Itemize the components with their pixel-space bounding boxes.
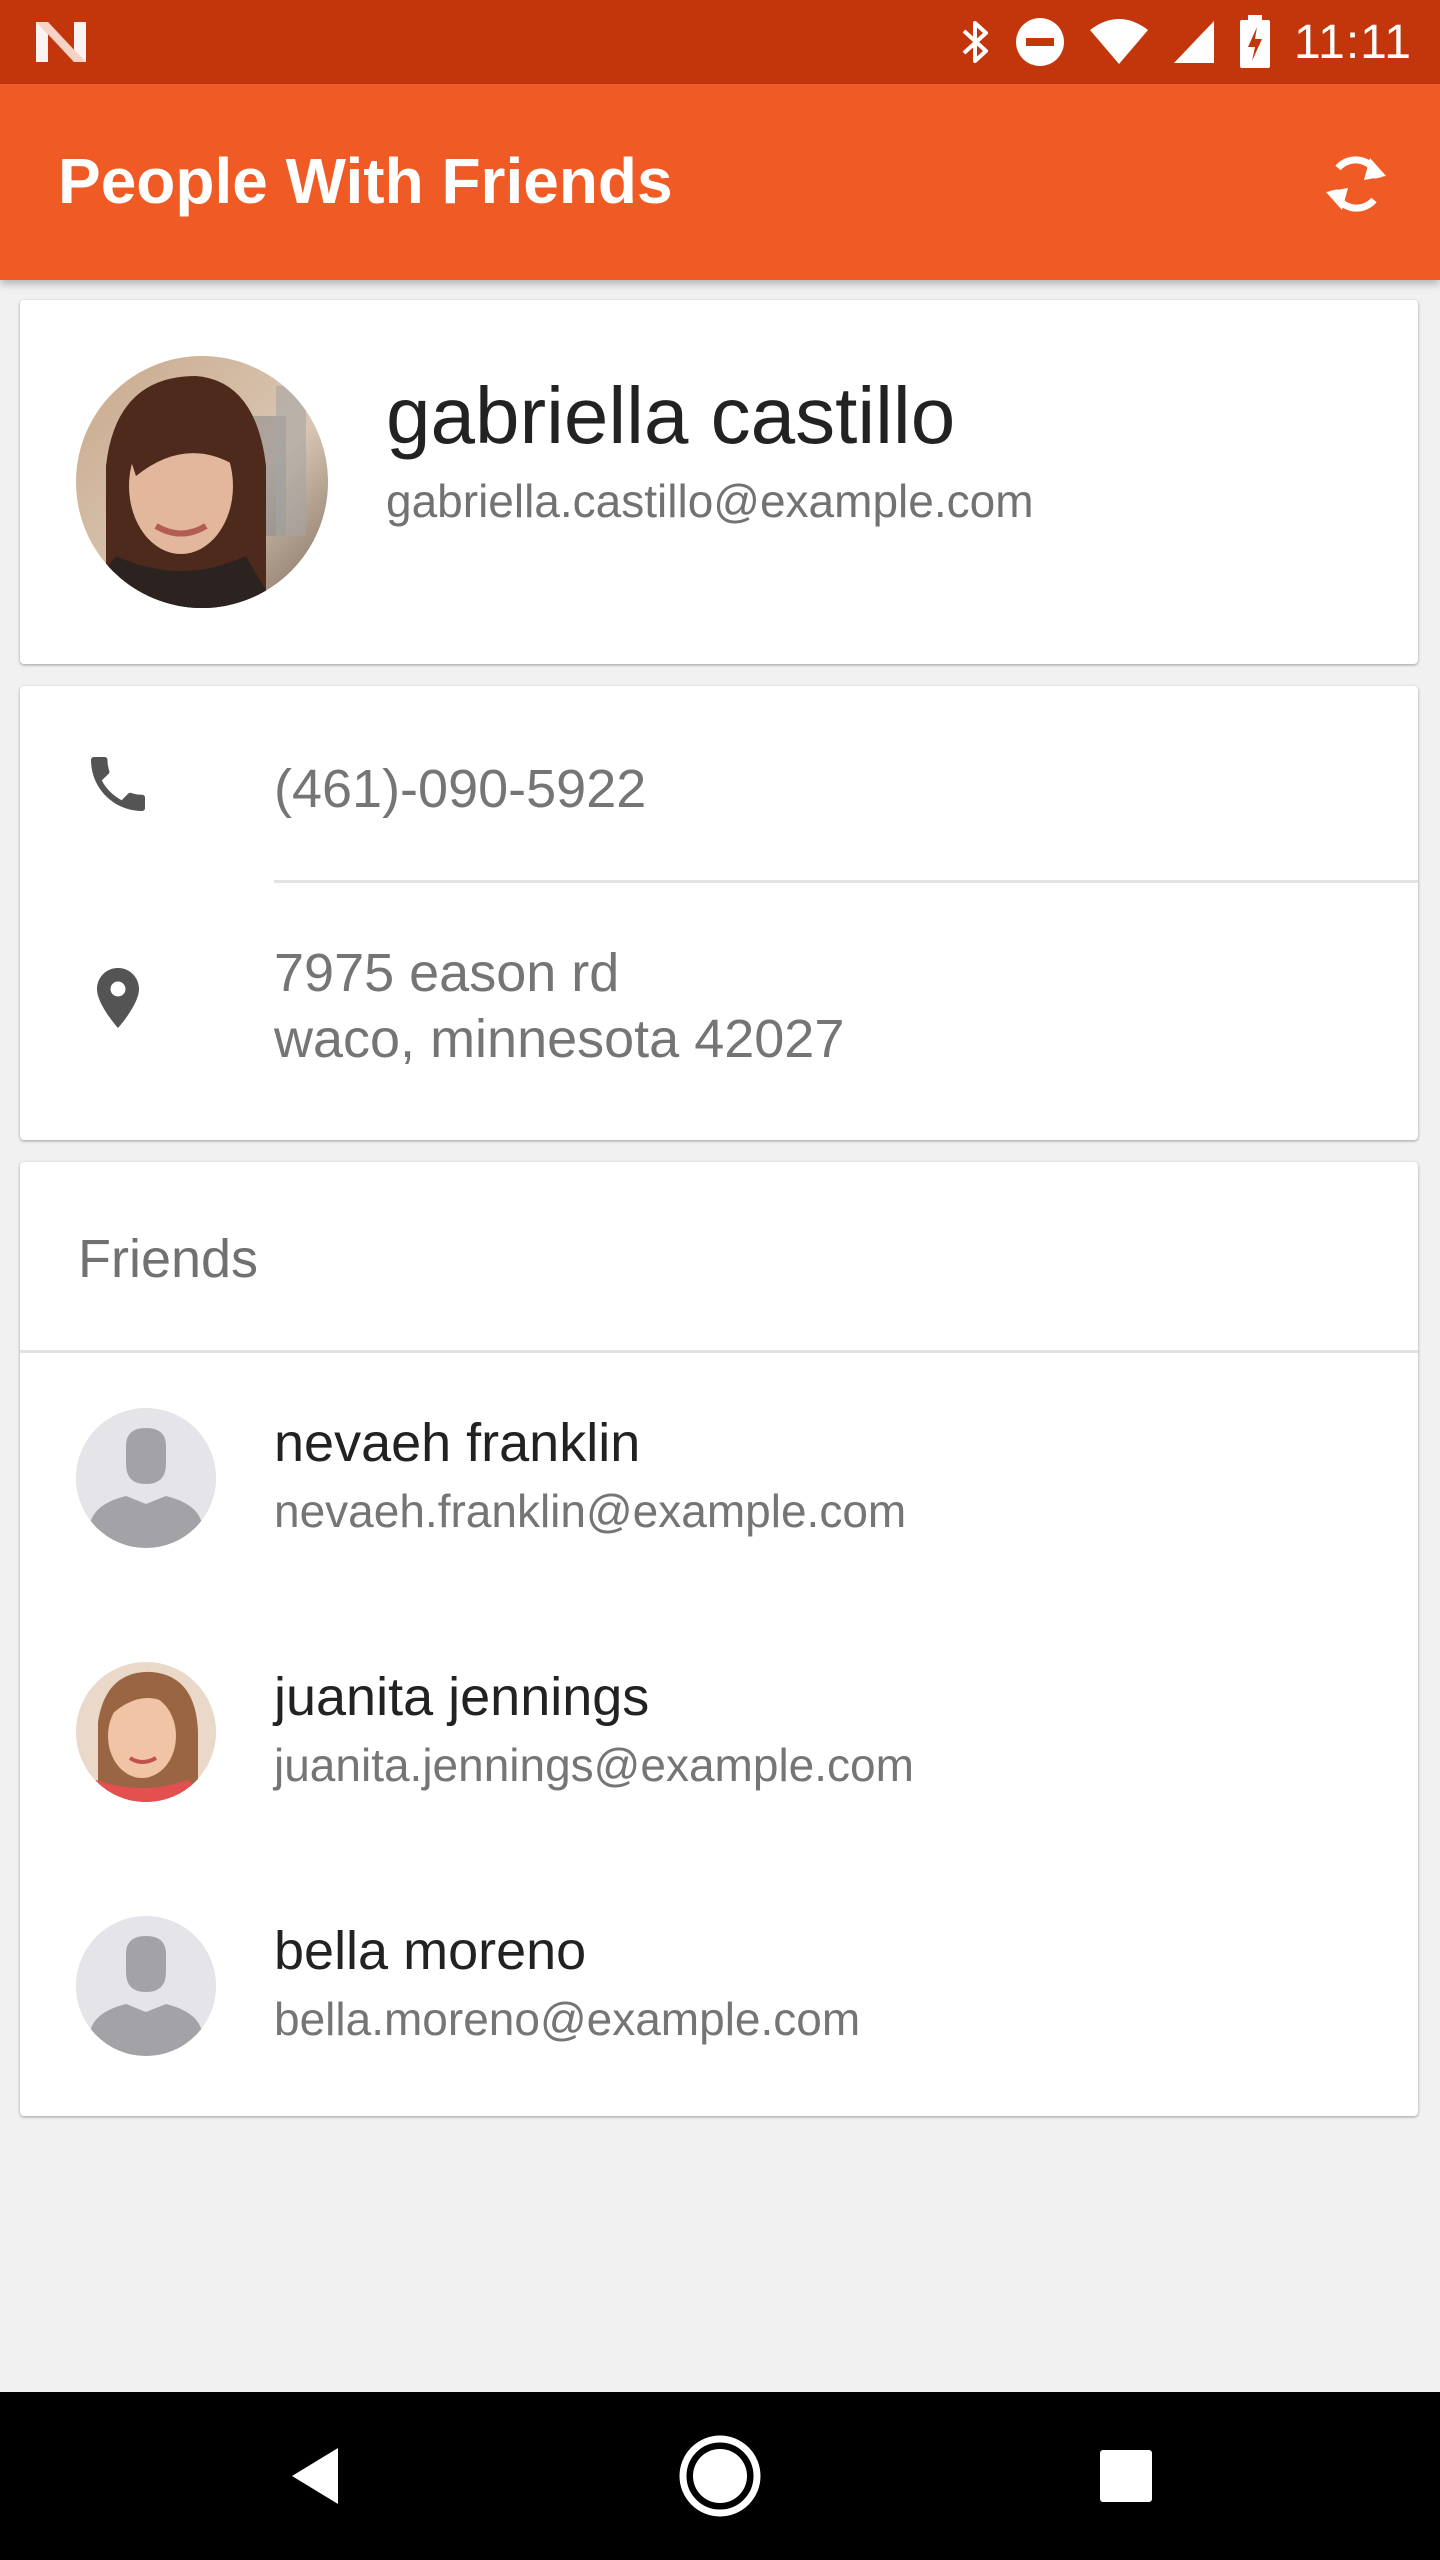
phone-row[interactable]: (461)-090-5922: [20, 686, 1418, 882]
profile-email: gabriella.castillo@example.com: [386, 475, 1034, 527]
home-icon: [679, 2435, 761, 2517]
profile-avatar: [76, 356, 328, 608]
address-text: 7975 eason rd waco, minnesota 42027: [274, 940, 844, 1072]
friend-item[interactable]: juanita jennings juanita.jennings@exampl…: [20, 1606, 1418, 1860]
bluetooth-icon: [962, 21, 988, 63]
friend-email: nevaeh.franklin@example.com: [274, 1485, 907, 1537]
friend-name: bella moreno: [274, 1921, 587, 1981]
back-icon: [292, 2448, 338, 2504]
refresh-icon: [1326, 156, 1386, 212]
profile-card: gabriella castillo gabriella.castillo@ex…: [20, 300, 1418, 664]
friends-header-label: Friends: [78, 1229, 259, 1289]
friend-email: bella.moreno@example.com: [274, 1993, 861, 2045]
friend-email: juanita.jennings@example.com: [274, 1739, 914, 1791]
location-pin-icon: [76, 956, 160, 1040]
address-row[interactable]: 7975 eason rd waco, minnesota 42027: [20, 882, 1418, 1140]
battery-charging-icon: [1240, 15, 1270, 68]
friends-card: Friends nevaeh franklin nevaeh.franklin@…: [20, 1162, 1418, 2116]
app-bar: People With Friends: [0, 84, 1440, 280]
status-bar: 11:11: [0, 0, 1440, 84]
friend-name: juanita jennings: [274, 1667, 650, 1727]
profile-name: gabriella castillo: [386, 371, 956, 460]
notification-n-icon: [36, 22, 86, 62]
friends-header: Friends: [20, 1162, 1418, 1352]
friend-item[interactable]: bella moreno bella.moreno@example.com: [20, 1860, 1418, 2114]
status-time: 11:11: [1294, 15, 1412, 69]
back-button[interactable]: [266, 2426, 366, 2526]
recents-icon: [1100, 2450, 1152, 2502]
friend-photo-avatar: [76, 1662, 216, 1802]
profile-photo: [76, 356, 328, 608]
refresh-button[interactable]: [1310, 138, 1402, 230]
wifi-icon: [1090, 19, 1148, 64]
address-line2: waco, minnesota 42027: [274, 1009, 845, 1069]
signal-icon: [1174, 21, 1214, 63]
address-line1: 7975 eason rd: [274, 943, 620, 1003]
contact-card: (461)-090-5922 7975 eason rd waco, minne…: [20, 686, 1418, 1140]
placeholder-avatar-icon: [76, 1916, 216, 2056]
phone-number: (461)-090-5922: [274, 759, 647, 819]
phone-icon: [76, 742, 160, 826]
friend-name: nevaeh franklin: [274, 1413, 641, 1473]
recents-button[interactable]: [1076, 2426, 1176, 2526]
app-title: People With Friends: [58, 145, 673, 217]
home-button[interactable]: [670, 2426, 770, 2526]
do-not-disturb-icon: [1016, 18, 1064, 66]
status-icons: 11:11: [958, 14, 1412, 70]
placeholder-avatar-icon: [76, 1408, 216, 1548]
navigation-bar: [0, 2392, 1440, 2560]
friend-item[interactable]: nevaeh franklin nevaeh.franklin@example.…: [20, 1352, 1418, 1606]
